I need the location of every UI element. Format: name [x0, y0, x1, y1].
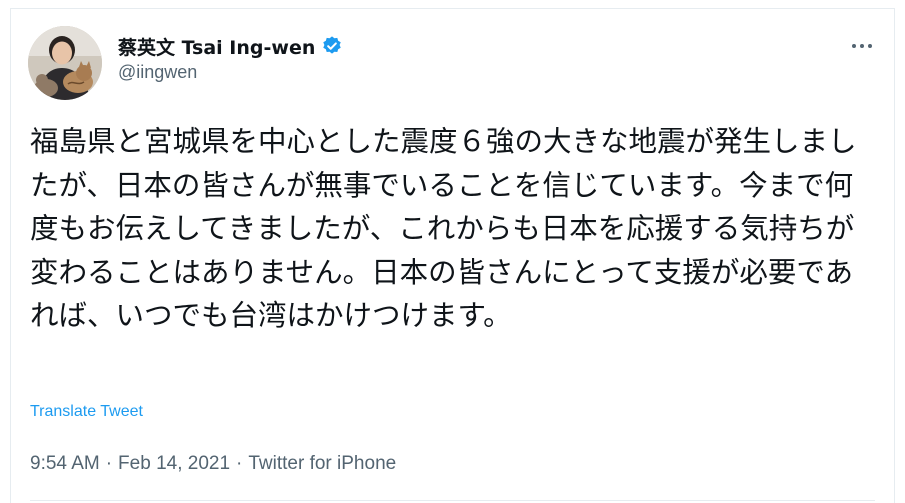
tweet-date[interactable]: Feb 14, 2021	[118, 453, 230, 475]
tweet-metadata: 9:54 AM · Feb 14, 2021 · Twitter for iPhone	[30, 453, 396, 475]
more-options-button[interactable]	[847, 34, 877, 58]
tweet-text: 福島県と宮城県を中心とした震度６強の大きな地震が発生しましたが、日本の皆さんが無…	[30, 125, 857, 332]
tweet-time[interactable]: 9:54 AM	[30, 453, 100, 475]
author-name-row: 蔡英文 Tsai Ing-wen	[118, 32, 343, 60]
ellipsis-horizontal-icon	[852, 44, 872, 48]
avatar[interactable]	[28, 26, 102, 100]
profile-photo-icon	[28, 26, 102, 100]
author-display-name[interactable]: 蔡英文 Tsai Ing-wen	[118, 33, 315, 60]
verified-badge-icon	[321, 35, 343, 57]
meta-separator: ·	[236, 453, 243, 474]
author-handle[interactable]: @iingwen	[118, 62, 197, 83]
meta-separator: ·	[105, 453, 113, 474]
translate-tweet-link[interactable]: Translate Tweet	[30, 403, 143, 421]
tweet-source[interactable]: Twitter for iPhone	[248, 453, 396, 475]
divider	[30, 500, 875, 501]
